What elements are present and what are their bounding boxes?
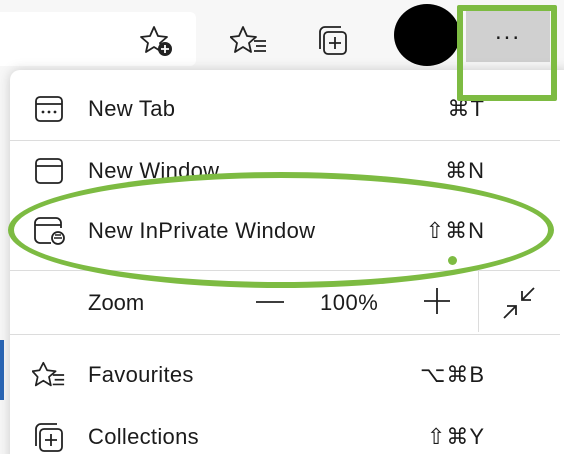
more-dots-icon: ... [494,18,521,45]
menu-item-new-tab[interactable]: New Tab ⌘T [10,78,560,140]
exit-fullscreen-icon [503,287,535,319]
collections-icon [32,420,66,454]
menu-item-label: Collections [88,424,199,449]
collections-button[interactable] [312,22,356,60]
menu-item-label: New Window [88,158,220,183]
favourites-button[interactable] [228,22,272,60]
zoom-divider [478,270,479,332]
zoom-in-button[interactable] [418,282,456,320]
menu-item-shortcut: ⇧⌘Y [426,424,485,449]
menu-item-label: New Tab [88,96,176,121]
fullscreen-button[interactable] [498,282,540,324]
menu-item-collections[interactable]: Collections ⇧⌘Y [10,406,560,454]
menu-item-shortcut: ⌘T [447,96,485,121]
inprivate-window-icon [32,214,66,248]
new-tab-icon [32,92,66,126]
browser-toolbar: ... [0,0,564,78]
menu-item-label: Favourites [88,362,194,387]
menu-item-shortcut: ⇧⌘N [425,218,485,243]
star-add-icon [140,26,172,56]
favourites-icon [230,26,266,53]
menu-item-new-inprivate-window[interactable]: New InPrivate Window ⇧⌘N [10,200,560,262]
menu-item-label: New InPrivate Window [88,218,316,243]
new-window-icon [32,154,66,188]
add-favourite-button[interactable] [138,24,176,58]
plus-icon [424,288,450,314]
page-accent [0,340,4,400]
settings-and-more-button[interactable]: ... [466,10,550,62]
profile-avatar[interactable] [394,4,460,66]
collections-icon [319,26,347,55]
menu-item-shortcut: ⌘N [445,158,485,183]
menu-separator [10,334,560,335]
menu-item-favourites[interactable]: Favourites ⌥⌘B [10,344,560,406]
zoom-level: 100% [320,290,379,315]
menu-item-shortcut: ⌥⌘B [419,362,485,387]
favourites-icon [32,358,66,392]
highlight-dot [448,256,457,265]
zoom-out-button[interactable] [252,284,288,320]
menu-item-new-window[interactable]: New Window ⌘N [10,140,560,202]
minus-icon [256,301,284,303]
zoom-label: Zoom [88,290,145,315]
